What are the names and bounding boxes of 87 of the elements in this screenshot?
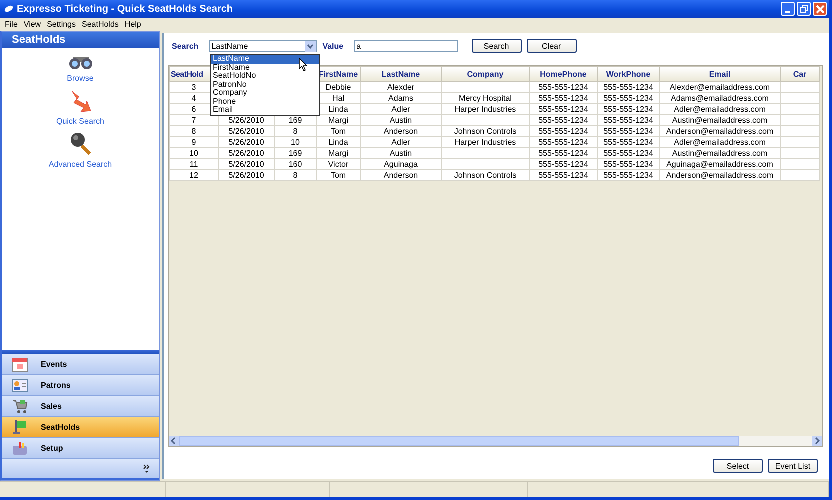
table-cell: 8 — [170, 126, 218, 136]
mouse-pointer-icon — [299, 58, 309, 72]
nav-item[interactable]: Setup — [2, 438, 159, 459]
column-header[interactable]: Email — [660, 66, 780, 82]
footer-button[interactable]: Select — [713, 459, 763, 473]
column-header[interactable]: LastName — [360, 66, 442, 82]
overflow-chevron-icon[interactable] — [143, 464, 151, 474]
search-field-dropdown[interactable]: LastName — [208, 40, 317, 52]
table-cell: 10 — [170, 148, 218, 158]
table-cell: 555-555-1234 — [530, 114, 598, 126]
sidebar-link[interactable]: Advanced Search — [48, 160, 112, 169]
column-header[interactable]: Car — [780, 66, 820, 82]
lightning-arrow-icon[interactable] — [70, 89, 92, 113]
nav-item[interactable]: SeatHolds — [2, 417, 159, 438]
column-header[interactable]: Company — [442, 66, 530, 82]
table-cell: Mercy Hospital — [442, 92, 530, 104]
nav-item[interactable]: Patrons — [2, 375, 159, 396]
sidebar-link[interactable]: Quick Search — [56, 117, 105, 126]
table-cell: Austin@emailaddress.com — [660, 114, 780, 126]
action-button[interactable]: Clear — [526, 39, 577, 53]
table-cell: Anderson — [360, 170, 442, 180]
scroll-left-icon[interactable] — [169, 436, 179, 446]
table-cell: Adler — [360, 136, 442, 148]
table-cell: 555-555-1234 — [530, 148, 598, 158]
table-cell: Aguinaga — [360, 158, 442, 170]
table-cell: Adams — [360, 92, 442, 104]
table-cell: Adler@emailaddress.com — [660, 136, 780, 148]
nav-item[interactable]: Events — [2, 354, 159, 375]
close-button[interactable] — [813, 2, 827, 16]
table-cell: 9 — [170, 136, 218, 148]
table-cell: Johnson Controls — [442, 170, 530, 180]
column-header[interactable]: WorkPhone — [598, 66, 660, 82]
table-cell: 12 — [170, 170, 218, 180]
sidebar-link[interactable]: Browse — [67, 74, 94, 83]
menu-item[interactable]: Help — [122, 20, 144, 29]
flag-icon — [12, 419, 28, 435]
table-cell: Johnson Controls — [442, 126, 530, 136]
search-label: Search — [172, 42, 199, 50]
table-cell: Anderson — [360, 126, 442, 136]
table-cell: Anderson@emailaddress.com — [660, 170, 780, 180]
contact-card-icon — [12, 378, 28, 392]
value-field[interactable]: a — [354, 40, 458, 52]
table-cell: Harper Industries — [442, 104, 530, 114]
minimize-button[interactable] — [781, 2, 795, 16]
binoculars-icon[interactable] — [68, 54, 94, 70]
table-cell: 555-555-1234 — [530, 170, 598, 180]
close-icon — [816, 4, 824, 14]
restore-button[interactable] — [797, 2, 811, 16]
restore-icon — [800, 4, 808, 14]
calendar-icon — [12, 356, 28, 372]
splitter-handle[interactable] — [2, 350, 159, 354]
menu-item[interactable]: File — [2, 20, 21, 29]
dropdown-option[interactable]: LastName — [211, 55, 319, 64]
table-cell: Harper Industries — [442, 136, 530, 148]
value-label: Value — [322, 42, 344, 50]
table-cell: 555-555-1234 — [530, 158, 598, 170]
app-icon — [4, 5, 14, 13]
caret-icon[interactable] — [304, 40, 316, 52]
menu-item[interactable]: Settings — [44, 20, 79, 29]
table-cell: Austin — [360, 114, 442, 126]
table-cell: 555-555-1234 — [530, 136, 598, 148]
table-cell: Aguinaga@emailaddress.com — [660, 158, 780, 170]
table-cell: 555-555-1234 — [530, 104, 598, 114]
menu-item[interactable]: SeatHolds — [79, 20, 122, 29]
table-cell: Austin@emailaddress.com — [660, 148, 780, 158]
table-cell: Alexder@emailaddress.com — [660, 82, 780, 92]
table-cell: Alexder — [360, 82, 442, 92]
magnifier-icon[interactable] — [70, 132, 92, 156]
table-cell: Anderson@emailaddress.com — [660, 126, 780, 136]
table-cell: 555-555-1234 — [530, 82, 598, 92]
cart-icon — [12, 398, 28, 414]
nav-item[interactable]: Sales — [2, 396, 159, 417]
table-cell: Adler@emailaddress.com — [660, 104, 780, 114]
scroll-right-icon[interactable] — [812, 436, 822, 446]
table-cell: Adler — [360, 104, 442, 114]
footer-button[interactable]: Event List — [768, 459, 818, 473]
table-cell: 555-555-1234 — [530, 126, 598, 136]
column-header[interactable]: HomePhone — [530, 66, 598, 82]
table-cell: Austin — [360, 148, 442, 158]
toolbox-icon — [12, 440, 28, 456]
table-cell: 11 — [170, 158, 218, 170]
window-title: Expresso Ticketing - Quick SeatHolds Search — [17, 4, 234, 14]
panel-header: SeatHolds — [2, 32, 159, 48]
action-button[interactable]: Search — [472, 39, 522, 53]
table-cell: Adams@emailaddress.com — [660, 92, 780, 104]
menu-item[interactable]: View — [20, 20, 44, 29]
table-cell: 555-555-1234 — [530, 92, 598, 104]
